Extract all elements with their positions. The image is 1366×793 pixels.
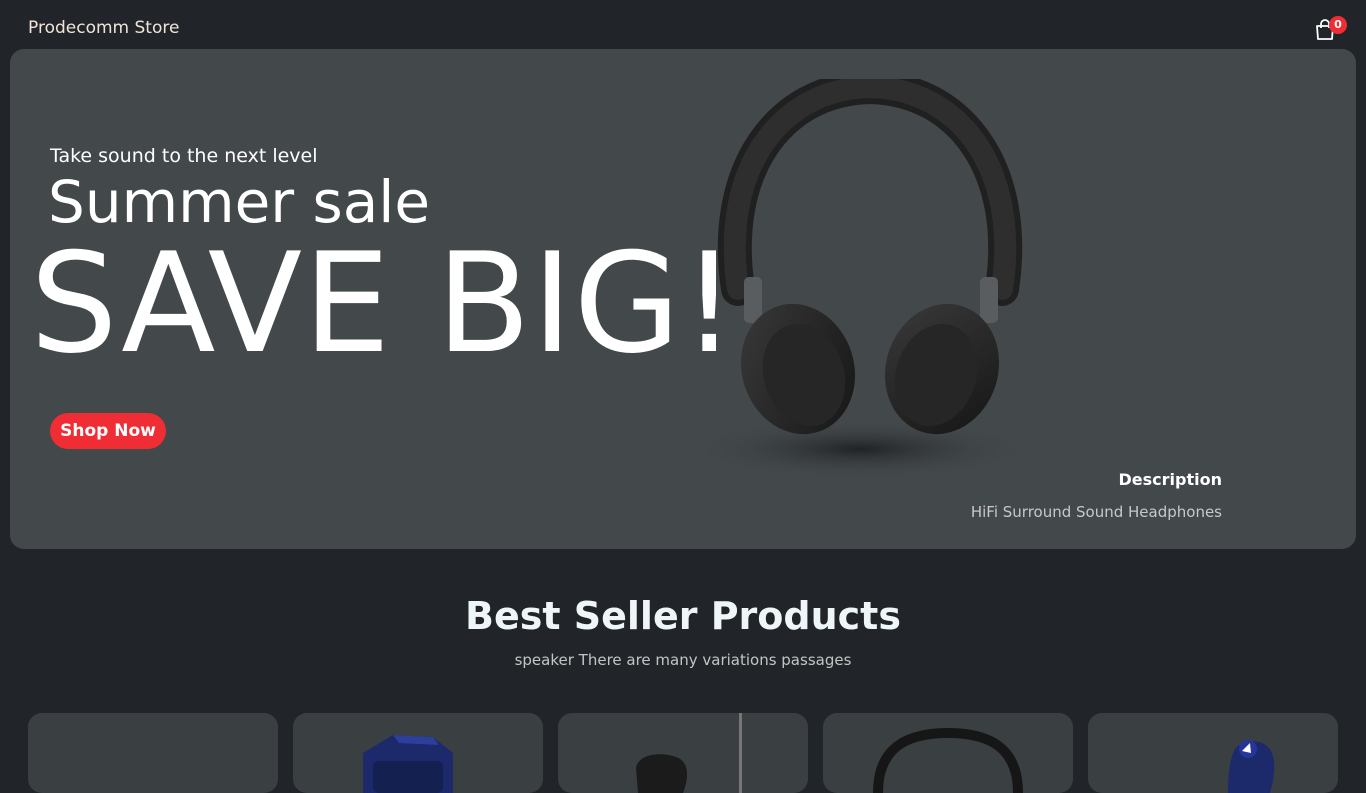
description-title: Description (1118, 470, 1222, 489)
cart-button[interactable]: 0 (1312, 14, 1347, 44)
product-card[interactable] (558, 713, 808, 793)
earbuds-image (636, 713, 742, 793)
description-text: HiFi Surround Sound Headphones (970, 503, 1222, 521)
hero-small-text: Take sound to the next level (50, 145, 318, 167)
navbar: Prodecomm Store 0 (0, 0, 1366, 49)
hero-large-text: SAVE BIG! (30, 223, 738, 384)
hero-banner: Take sound to the next level Summer sale… (10, 49, 1356, 549)
section-title: Best Seller Products (465, 594, 901, 638)
product-card[interactable] (823, 713, 1073, 793)
headphones-thumbnail-image (873, 727, 1023, 793)
vr-headset-image (363, 735, 453, 793)
store-logo-link[interactable]: Prodecomm Store (28, 18, 179, 38)
cart-count-badge: 0 (1329, 16, 1347, 34)
product-card[interactable] (293, 713, 543, 793)
product-card[interactable] (28, 713, 278, 793)
product-card[interactable] (1088, 713, 1338, 793)
section-subtitle: speaker There are many variations passag… (514, 651, 852, 669)
speaker-image (1228, 740, 1275, 793)
shop-now-button[interactable]: Shop Now (50, 413, 166, 449)
headphones-image (690, 79, 1030, 479)
